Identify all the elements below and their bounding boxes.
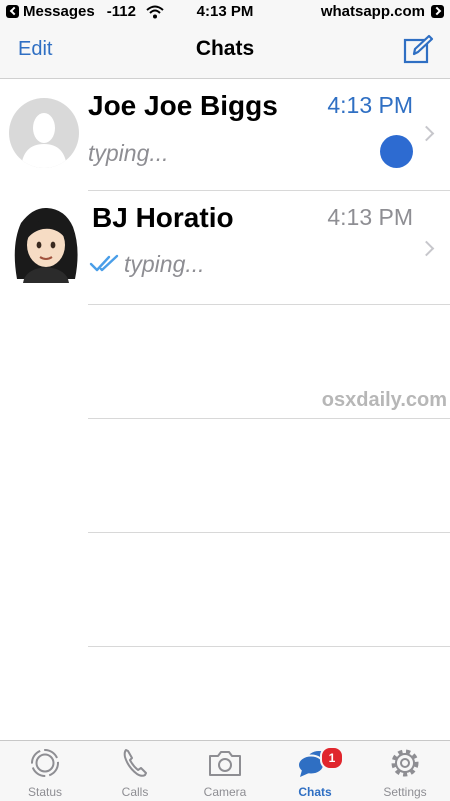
tab-label: Calls [121, 785, 149, 799]
status-bar: Messages -112 4:13 PM whatsapp.com [0, 0, 450, 24]
unread-indicator [380, 135, 413, 168]
chat-time: 4:13 PM [327, 92, 413, 118]
forward-site-label[interactable]: whatsapp.com [321, 3, 425, 20]
chat-preview: typing... [88, 140, 169, 166]
compose-icon[interactable] [402, 34, 434, 66]
tab-settings[interactable]: Settings [360, 741, 450, 801]
row-separator [88, 304, 450, 305]
row-separator [88, 532, 450, 533]
tab-chats[interactable]: 1 Chats [270, 741, 360, 801]
chat-name: Joe Joe Biggs [88, 90, 278, 121]
navigation-bar: Edit Chats [0, 24, 450, 79]
row-separator [88, 646, 450, 647]
tab-status[interactable]: Status [0, 741, 90, 801]
status-icon [31, 749, 59, 777]
woman-emoji-avatar [9, 205, 79, 283]
chevron-right-icon [418, 240, 435, 257]
double-check-icon [89, 254, 119, 272]
page-title: Chats [195, 37, 255, 60]
tab-bar: Status Calls Camera 1 Chats Settings [0, 740, 450, 801]
chat-preview: typing... [124, 251, 205, 277]
tab-label: Chats [298, 785, 332, 799]
row-separator [88, 418, 450, 419]
forward-to-site-icon[interactable] [431, 5, 444, 18]
unread-count-badge: 1 [320, 746, 344, 770]
chat-row-joe-joe-biggs[interactable]: Joe Joe Biggs 4:13 PM typing... [0, 78, 450, 192]
tab-calls[interactable]: Calls [90, 741, 180, 801]
tab-camera[interactable]: Camera [180, 741, 270, 801]
chat-time: 4:13 PM [327, 204, 413, 230]
gear-icon [391, 749, 419, 777]
tab-label: Status [27, 785, 63, 799]
default-avatar-icon [9, 98, 79, 168]
chat-name: BJ Horatio [92, 202, 234, 233]
watermark: osxdaily.com [321, 389, 447, 411]
status-right: whatsapp.com [321, 3, 444, 20]
tab-label: Settings [383, 785, 427, 799]
chat-row-bj-horatio[interactable]: BJ Horatio 4:13 PM typing... [0, 191, 450, 305]
chevron-right-icon [418, 125, 435, 142]
tab-label: Camera [203, 785, 247, 799]
camera-icon [209, 751, 241, 776]
phone-icon [123, 749, 147, 777]
